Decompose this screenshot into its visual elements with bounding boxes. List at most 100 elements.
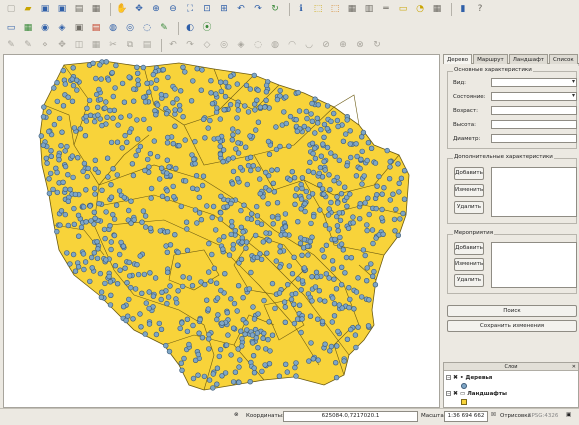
select-features-icon[interactable]: ⬚ — [311, 3, 325, 17]
tree-point[interactable] — [274, 200, 281, 206]
zoom-in-icon[interactable]: ⊕ — [149, 3, 163, 17]
tree-point[interactable] — [182, 178, 189, 184]
tree-point[interactable] — [108, 292, 114, 299]
tree-point[interactable] — [387, 164, 393, 170]
search-button[interactable]: Поиск — [447, 305, 577, 317]
tree-point[interactable] — [218, 287, 224, 294]
field-calculator-icon[interactable]: ▥ — [362, 3, 376, 17]
tree-point[interactable] — [392, 228, 398, 234]
tree-point[interactable] — [267, 348, 273, 354]
add-wfs-layer-icon[interactable]: ◌ — [140, 21, 154, 35]
tree-point[interactable] — [334, 343, 340, 349]
tree-point[interactable] — [60, 179, 66, 186]
extra-delete-button[interactable]: Удалить — [454, 201, 484, 214]
extra-edit-button[interactable]: Изменить — [454, 184, 484, 197]
tree-point[interactable] — [135, 147, 142, 154]
tree-point[interactable] — [228, 200, 234, 207]
tree-point[interactable] — [274, 166, 280, 173]
tree-point[interactable] — [326, 172, 332, 178]
tree-point[interactable] — [217, 346, 224, 353]
tree-point[interactable] — [331, 110, 337, 117]
tree-point[interactable] — [158, 91, 165, 98]
tree-point[interactable] — [84, 105, 90, 111]
tree-point[interactable] — [172, 232, 178, 238]
tree-point[interactable] — [210, 385, 216, 391]
tree-point[interactable] — [190, 78, 196, 84]
tree-point[interactable] — [225, 156, 232, 162]
tree-point[interactable] — [214, 105, 220, 111]
tree-point[interactable] — [293, 360, 299, 366]
tree-point[interactable] — [289, 271, 296, 277]
tree-point[interactable] — [347, 191, 353, 197]
tree-point[interactable] — [101, 226, 108, 233]
tree-point[interactable] — [192, 138, 198, 145]
tree-point[interactable] — [102, 235, 108, 242]
tree-point[interactable] — [218, 88, 225, 95]
tree-point[interactable] — [57, 222, 63, 228]
tree-point[interactable] — [359, 148, 365, 155]
tree-point[interactable] — [166, 348, 173, 355]
tree-point[interactable] — [255, 345, 261, 351]
tree-point[interactable] — [253, 232, 259, 239]
measure-icon[interactable]: ═ — [379, 3, 393, 17]
tree-point[interactable] — [92, 157, 99, 164]
tree-point[interactable] — [139, 219, 145, 225]
zoom-last-icon[interactable]: ↶ — [234, 3, 248, 17]
tree-point[interactable] — [336, 180, 342, 186]
tree-point[interactable] — [353, 173, 360, 179]
tree-point[interactable] — [244, 215, 251, 222]
tree-point[interactable] — [285, 281, 291, 288]
tree-point[interactable] — [226, 84, 232, 90]
tree-point[interactable] — [228, 352, 234, 358]
tree-point[interactable] — [310, 169, 317, 176]
tree-point[interactable] — [135, 82, 142, 88]
rotate-symbols-icon[interactable]: ↻ — [370, 38, 384, 52]
tree-point[interactable] — [315, 120, 321, 126]
tree-point[interactable] — [298, 287, 304, 293]
tree-point[interactable] — [265, 336, 271, 343]
tree-point[interactable] — [386, 175, 393, 182]
tree-point[interactable] — [263, 230, 269, 236]
tree-point[interactable] — [362, 252, 368, 259]
tree-point[interactable] — [397, 216, 403, 222]
tree-point[interactable] — [384, 147, 390, 154]
tree-point[interactable] — [81, 266, 87, 273]
tree-point[interactable] — [97, 96, 104, 103]
tree-point[interactable] — [387, 197, 393, 203]
tree-point[interactable] — [147, 225, 154, 232]
tree-point[interactable] — [329, 258, 336, 264]
tree-point[interactable] — [257, 104, 264, 110]
tree-point[interactable] — [83, 219, 89, 225]
tree-point[interactable] — [165, 294, 172, 300]
identify-icon[interactable]: ℹ — [294, 3, 308, 17]
message-log-icon[interactable]: ▣ — [566, 412, 571, 418]
tree-point[interactable] — [330, 295, 336, 301]
tree-point[interactable] — [298, 329, 304, 336]
tree-point[interactable] — [316, 170, 322, 177]
tree-point[interactable] — [67, 261, 73, 267]
tree-point[interactable] — [220, 158, 226, 165]
tree-point[interactable] — [223, 342, 230, 348]
tree-point[interactable] — [250, 163, 257, 169]
tree-point[interactable] — [99, 122, 105, 129]
tree-point[interactable] — [398, 175, 405, 182]
tree-point[interactable] — [94, 239, 100, 245]
tree-point[interactable] — [208, 278, 214, 284]
tree-point[interactable] — [273, 258, 279, 264]
tree-point[interactable] — [217, 216, 224, 222]
tree-point[interactable] — [304, 115, 310, 122]
tree-point[interactable] — [293, 186, 300, 192]
map-canvas[interactable] — [3, 54, 440, 408]
scale-combobox[interactable]: 1:36 694 662 — [444, 411, 488, 422]
collapse-icon[interactable]: − — [446, 375, 451, 380]
tree-point[interactable] — [335, 328, 341, 335]
tree-point[interactable] — [362, 200, 368, 206]
tree-point[interactable] — [282, 231, 288, 238]
tree-point[interactable] — [65, 94, 71, 100]
tree-point[interactable] — [328, 118, 334, 125]
tree-point[interactable] — [105, 77, 112, 83]
tree-point[interactable] — [299, 278, 306, 284]
tree-point[interactable] — [293, 290, 299, 297]
tree-point[interactable] — [222, 370, 229, 376]
tree-point[interactable] — [54, 169, 60, 176]
